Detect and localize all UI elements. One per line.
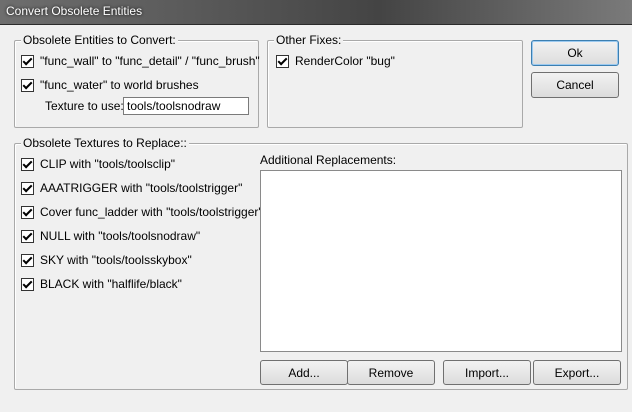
additional-replacements-list[interactable] bbox=[260, 170, 622, 352]
window-title: Convert Obsolete Entities bbox=[6, 4, 143, 18]
texture-item-ladder-label: Cover func_ladder with "tools/toolstrigg… bbox=[40, 205, 263, 219]
other-fixes-legend: Other Fixes: bbox=[274, 33, 344, 47]
func-wall-checkbox-box[interactable] bbox=[21, 54, 34, 68]
texture-input[interactable]: tools/toolsnodraw bbox=[123, 97, 249, 115]
func-wall-label: "func_wall" to "func_detail" / "func_bru… bbox=[40, 54, 260, 68]
entities-group: Obsolete Entities to Convert: "func_wall… bbox=[14, 33, 260, 128]
func-water-checkbox[interactable]: "func_water" to world brushes bbox=[21, 77, 199, 93]
func-water-label: "func_water" to world brushes bbox=[40, 78, 199, 92]
cancel-button[interactable]: Cancel bbox=[531, 72, 619, 98]
texture-item-sky-label: SKY with "tools/toolsskybox" bbox=[40, 253, 192, 267]
texture-item-null-label: NULL with "tools/toolsnodraw" bbox=[40, 229, 201, 243]
texture-item-null-box[interactable] bbox=[21, 229, 34, 243]
rendercolor-checkbox-box[interactable] bbox=[276, 54, 289, 68]
texture-item-black-label: BLACK with "halflife/black" bbox=[40, 277, 182, 291]
rendercolor-checkbox[interactable]: RenderColor "bug" bbox=[276, 53, 395, 69]
texture-item-aaatrigger[interactable]: AAATRIGGER with "tools/toolstrigger" bbox=[21, 180, 242, 196]
other-fixes-group: Other Fixes: RenderColor "bug" bbox=[267, 33, 523, 128]
texture-item-null[interactable]: NULL with "tools/toolsnodraw" bbox=[21, 228, 200, 244]
texture-item-sky[interactable]: SKY with "tools/toolsskybox" bbox=[21, 252, 192, 268]
texture-item-clip-box[interactable] bbox=[21, 157, 34, 171]
convert-obsolete-entities-dialog: Convert Obsolete Entities Obsolete Entit… bbox=[0, 0, 632, 412]
import-button[interactable]: Import... bbox=[443, 360, 531, 385]
func-wall-checkbox[interactable]: "func_wall" to "func_detail" / "func_bru… bbox=[21, 53, 260, 69]
texture-item-aaatrigger-label: AAATRIGGER with "tools/toolstrigger" bbox=[40, 181, 243, 195]
texture-item-ladder[interactable]: Cover func_ladder with "tools/toolstrigg… bbox=[21, 204, 263, 220]
remove-button[interactable]: Remove bbox=[347, 360, 435, 385]
entities-group-legend: Obsolete Entities to Convert: bbox=[21, 33, 178, 47]
texture-label: Texture to use: bbox=[45, 99, 124, 113]
rendercolor-label: RenderColor "bug" bbox=[295, 54, 395, 68]
export-button[interactable]: Export... bbox=[533, 360, 621, 385]
func-water-checkbox-box[interactable] bbox=[21, 78, 34, 92]
add-button[interactable]: Add... bbox=[260, 360, 348, 385]
texture-item-black-box[interactable] bbox=[21, 277, 34, 291]
title-bar[interactable]: Convert Obsolete Entities bbox=[0, 0, 632, 25]
texture-item-aaatrigger-box[interactable] bbox=[21, 181, 34, 195]
textures-group: Obsolete Textures to Replace:: CLIP with… bbox=[14, 136, 628, 390]
texture-item-black[interactable]: BLACK with "halflife/black" bbox=[21, 276, 182, 292]
additional-replacements-label: Additional Replacements: bbox=[260, 153, 397, 167]
textures-group-legend: Obsolete Textures to Replace:: bbox=[21, 136, 189, 150]
texture-item-clip-label: CLIP with "tools/toolsclip" bbox=[40, 157, 176, 171]
texture-item-ladder-box[interactable] bbox=[21, 205, 34, 219]
texture-item-sky-box[interactable] bbox=[21, 253, 34, 267]
texture-item-clip[interactable]: CLIP with "tools/toolsclip" bbox=[21, 156, 175, 172]
ok-button[interactable]: Ok bbox=[531, 40, 619, 66]
